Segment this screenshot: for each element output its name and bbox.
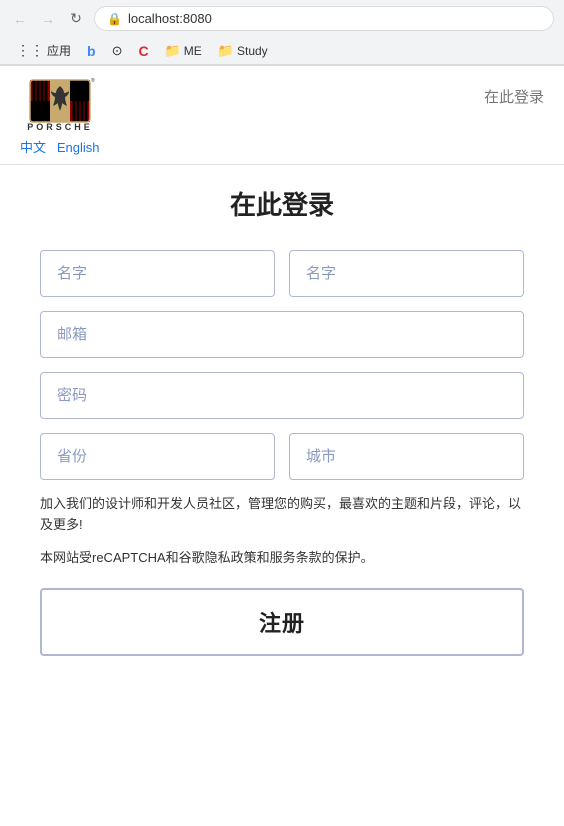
page-header: PORSCHE ® 中文 English 在此登录 <box>0 66 564 165</box>
refresh-button[interactable]: ↻ <box>66 9 86 29</box>
bookmark-apps[interactable]: ⋮⋮ 应用 <box>10 40 77 61</box>
folder-study-icon: 📁 <box>218 43 234 59</box>
email-group <box>40 311 524 358</box>
lang-zh-link[interactable]: 中文 <box>20 140 46 155</box>
email-input[interactable] <box>40 311 524 358</box>
name-row <box>40 250 524 297</box>
city-input[interactable] <box>289 433 524 480</box>
password-row <box>40 372 524 419</box>
province-input[interactable] <box>40 433 275 480</box>
submit-button[interactable]: 注册 <box>40 588 524 656</box>
page-title: 在此登录 <box>40 185 524 222</box>
first-name-group <box>40 250 275 297</box>
first-name-input[interactable] <box>40 250 275 297</box>
github-icon: ⊙ <box>112 43 123 59</box>
header-login-link[interactable]: 在此登录 <box>484 86 544 107</box>
svg-text:®: ® <box>91 78 95 84</box>
last-name-input[interactable] <box>289 250 524 297</box>
folder-me-icon: 📁 <box>165 43 181 59</box>
city-group <box>289 433 524 480</box>
community-description: 加入我们的设计师和开发人员社区，管理您的购买，最喜欢的主题和片段，评论，以及更多… <box>40 494 524 536</box>
password-input[interactable] <box>40 372 524 419</box>
porsche-logo: PORSCHE ® <box>25 78 95 133</box>
bookmark-bing[interactable]: b <box>81 41 102 61</box>
main-content: 在此登录 <box>0 165 564 686</box>
browser-chrome: ← → ↻ 🔒 localhost:8080 ⋮⋮ 应用 b ⊙ C 📁 ME … <box>0 0 564 66</box>
province-group <box>40 433 275 480</box>
bookmark-study[interactable]: 📁 Study <box>212 41 274 61</box>
lang-en-link[interactable]: English <box>57 140 100 155</box>
bing-icon: b <box>87 43 96 59</box>
bookmark-me-label: ME <box>184 44 202 58</box>
browser-toolbar: ← → ↻ 🔒 localhost:8080 <box>0 0 564 37</box>
forward-button[interactable]: → <box>38 9 58 29</box>
bookmark-me[interactable]: 📁 ME <box>159 41 208 61</box>
address-bar[interactable]: 🔒 localhost:8080 <box>94 6 554 31</box>
bookmark-github[interactable]: ⊙ <box>106 41 129 61</box>
lang-links: 中文 English <box>20 137 100 156</box>
recaptcha-notice: 本网站受reCAPTCHA和谷歌隐私政策和服务条款的保护。 <box>40 548 524 569</box>
location-row <box>40 433 524 480</box>
lock-icon: 🔒 <box>107 12 122 26</box>
svg-text:PORSCHE: PORSCHE <box>27 122 93 132</box>
bookmark-codepen[interactable]: C <box>132 41 154 61</box>
logo-area: PORSCHE ® 中文 English <box>20 78 100 156</box>
apps-grid-icon: ⋮⋮ <box>16 42 44 59</box>
last-name-group <box>289 250 524 297</box>
password-group <box>40 372 524 419</box>
apps-label: 应用 <box>47 42 71 59</box>
bookmarks-bar: ⋮⋮ 应用 b ⊙ C 📁 ME 📁 Study <box>0 37 564 65</box>
back-button[interactable]: ← <box>10 9 30 29</box>
page: PORSCHE ® 中文 English 在此登录 在此登录 <box>0 66 564 686</box>
codepen-icon: C <box>138 43 148 59</box>
registration-form: 加入我们的设计师和开发人员社区，管理您的购买，最喜欢的主题和片段，评论，以及更多… <box>40 250 524 656</box>
email-row <box>40 311 524 358</box>
url-text: localhost:8080 <box>128 11 212 26</box>
bookmark-study-label: Study <box>237 44 268 58</box>
